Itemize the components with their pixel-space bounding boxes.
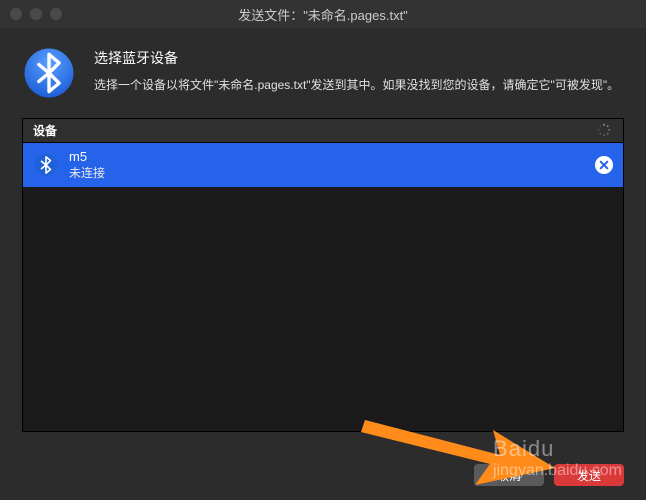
dialog-footer: 取消 发送 (0, 450, 646, 500)
loading-spinner-icon (597, 123, 611, 137)
device-row[interactable]: m5 未连接 (23, 143, 623, 187)
dialog-header: 选择蓝牙设备 选择一个设备以将文件"未命名.pages.txt"发送到其中。如果… (0, 28, 646, 118)
device-list-header-label: 设备 (33, 122, 57, 139)
device-name: m5 (69, 149, 585, 166)
bluetooth-device-icon (33, 152, 59, 178)
window-title: 发送文件："未命名.pages.txt" (238, 5, 408, 24)
device-list-container: 设备 (22, 118, 624, 432)
cancel-button[interactable]: 取消 (474, 464, 544, 486)
device-list: m5 未连接 (23, 143, 623, 431)
remove-device-button[interactable] (595, 156, 613, 174)
minimize-window-button[interactable] (30, 8, 42, 20)
close-window-button[interactable] (10, 8, 22, 20)
send-button[interactable]: 发送 (554, 464, 624, 486)
fullscreen-window-button[interactable] (50, 8, 62, 20)
dialog-description: 选择一个设备以将文件"未命名.pages.txt"发送到其中。如果没找到您的设备… (94, 76, 619, 95)
dialog-title: 选择蓝牙设备 (94, 48, 619, 68)
device-info: m5 未连接 (69, 149, 585, 181)
window-titlebar: 发送文件："未命名.pages.txt" (0, 0, 646, 28)
bluetooth-icon (22, 46, 76, 100)
window-controls (10, 8, 62, 20)
device-list-header: 设备 (23, 119, 623, 143)
device-status: 未连接 (69, 166, 585, 182)
